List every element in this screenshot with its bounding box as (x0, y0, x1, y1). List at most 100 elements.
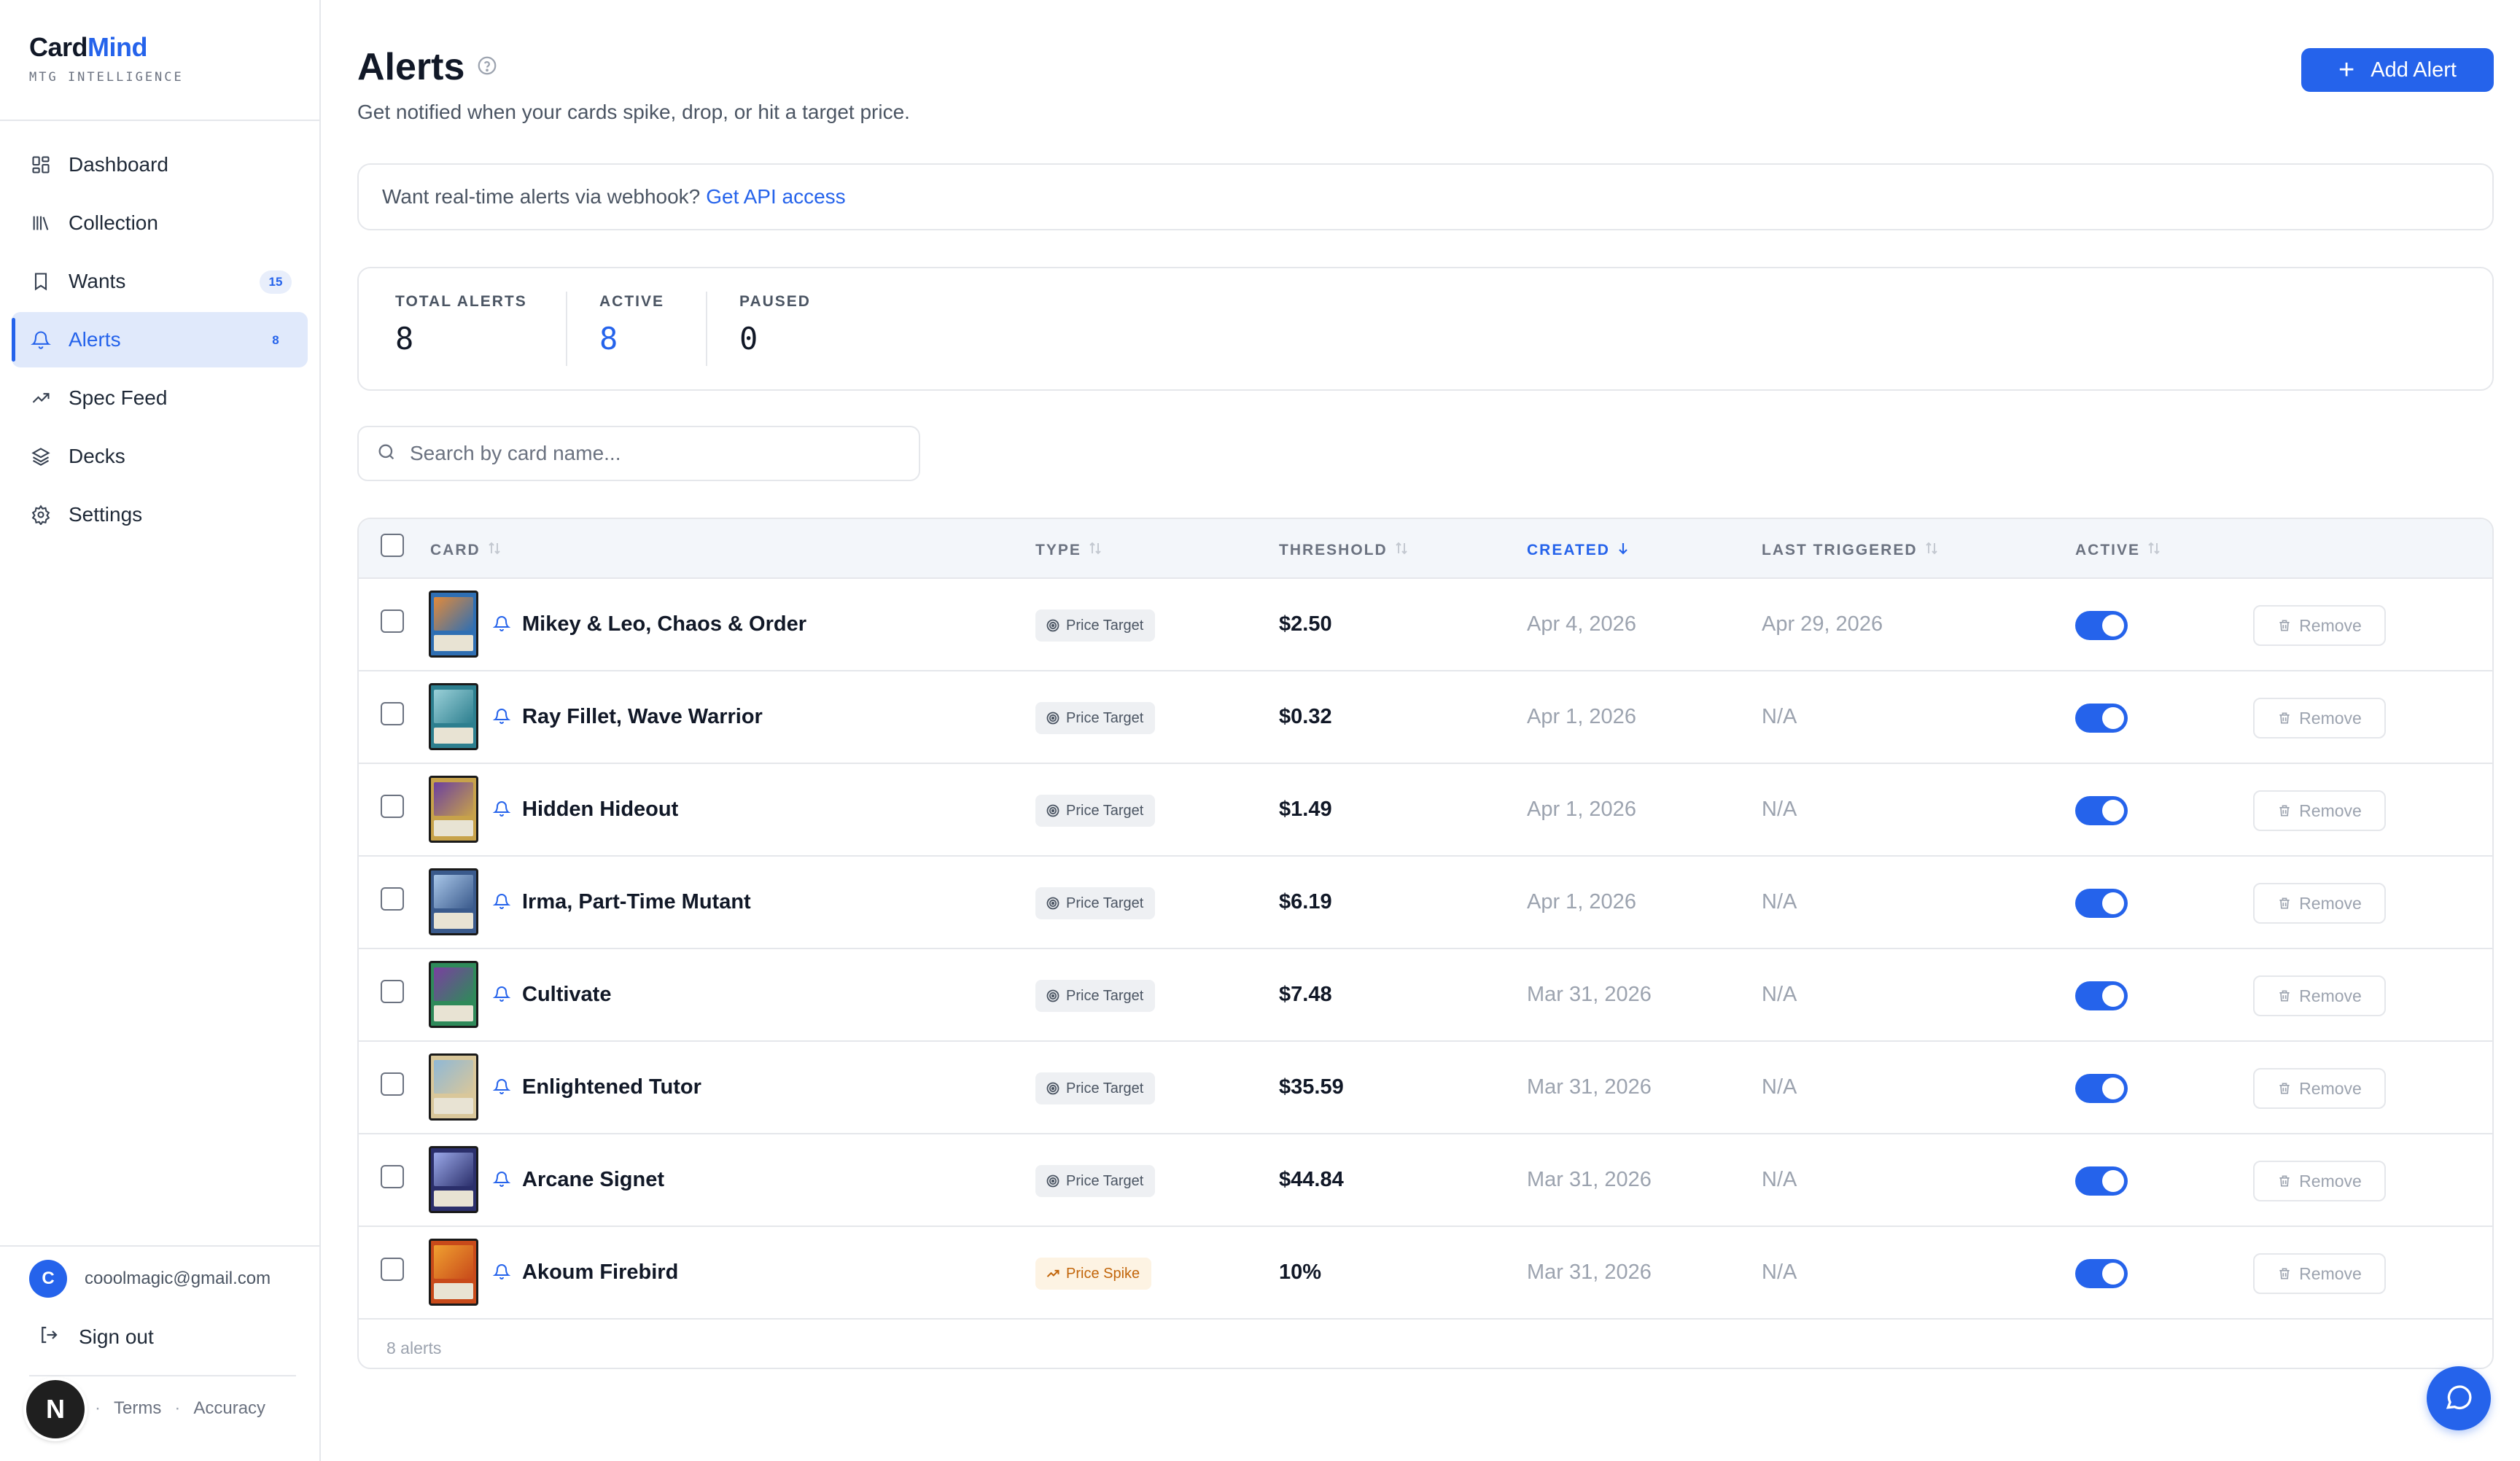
library-icon (29, 211, 52, 235)
threshold-value: $44.84 (1279, 1168, 1344, 1191)
card-thumbnail[interactable] (429, 1146, 478, 1213)
card-thumbnail[interactable] (429, 868, 478, 935)
stat-label: TOTAL ALERTS (395, 293, 527, 310)
stat-label: PAUSED (739, 293, 811, 310)
row-checkbox[interactable] (381, 609, 404, 633)
type-label: Price Spike (1066, 1265, 1140, 1282)
n-badge-button[interactable]: N (26, 1380, 85, 1438)
type-badge: Price Target (1035, 1165, 1156, 1197)
remove-label: Remove (2299, 893, 2362, 913)
card-thumbnail[interactable] (429, 683, 478, 750)
card-thumbnail[interactable] (429, 961, 478, 1028)
sidebar-item-label: Alerts (69, 328, 121, 351)
active-toggle[interactable] (2075, 1259, 2128, 1288)
active-toggle[interactable] (2075, 704, 2128, 733)
row-checkbox[interactable] (381, 887, 404, 911)
active-toggle[interactable] (2075, 889, 2128, 918)
remove-button[interactable]: Remove (2253, 698, 2386, 739)
column-header-created[interactable]: CREATED (1527, 541, 1629, 560)
count-badge: 8 (272, 333, 279, 347)
search-icon (376, 442, 397, 466)
remove-button[interactable]: Remove (2253, 790, 2386, 831)
column-header-type[interactable]: TYPE (1035, 541, 1102, 560)
card-name[interactable]: Hidden Hideout (522, 798, 678, 822)
card-thumbnail[interactable] (429, 776, 478, 843)
remove-button[interactable]: Remove (2253, 1068, 2386, 1109)
column-header-last-triggered[interactable]: LAST TRIGGERED (1762, 541, 1938, 560)
sort-icon (488, 541, 501, 560)
sign-out-button[interactable]: Sign out (38, 1324, 154, 1349)
column-header-card[interactable]: CARD (430, 541, 501, 560)
card-thumbnail[interactable] (429, 1053, 478, 1121)
help-circle-icon[interactable] (476, 55, 498, 80)
trash-icon (2277, 1266, 2292, 1282)
card-name[interactable]: Ray Fillet, Wave Warrior (522, 705, 763, 729)
active-toggle[interactable] (2075, 1166, 2128, 1196)
table-row: Enlightened Tutor Price Target $35.59 Mar 3… (359, 1042, 2492, 1134)
type-label: Price Target (1066, 709, 1144, 726)
brand-logo[interactable]: CardMind MTG INTELLIGENCE (29, 32, 184, 85)
chat-button[interactable] (2427, 1366, 2491, 1430)
get-api-access-link[interactable]: Get API access (706, 185, 845, 209)
card-name[interactable]: Akoum Firebird (522, 1261, 678, 1285)
column-header-active[interactable]: ACTIVE (2075, 541, 2161, 560)
type-badge: Price Target (1035, 887, 1156, 919)
row-checkbox[interactable] (381, 1165, 404, 1188)
trash-icon (2277, 988, 2292, 1004)
target-icon (1046, 896, 1060, 911)
arrow-down-icon (1617, 541, 1629, 560)
remove-button[interactable]: Remove (2253, 975, 2386, 1016)
add-alert-button[interactable]: + Add Alert (2301, 48, 2494, 92)
sidebar-item-decks[interactable]: Decks (12, 429, 308, 484)
created-date: Mar 31, 2026 (1527, 1168, 1652, 1191)
sidebar-item-spec-feed[interactable]: Spec Feed (12, 370, 308, 426)
remove-label: Remove (2299, 986, 2362, 1005)
sidebar-item-collection[interactable]: Collection (12, 195, 308, 251)
user-account[interactable]: C cooolmagic@gmail.com (29, 1260, 271, 1298)
sidebar-item-alerts[interactable]: Alerts 8 (12, 312, 308, 367)
card-name[interactable]: Mikey & Leo, Chaos & Order (522, 612, 806, 636)
card-thumbnail[interactable] (429, 1239, 478, 1306)
active-toggle[interactable] (2075, 611, 2128, 640)
row-checkbox[interactable] (381, 1258, 404, 1281)
card-thumbnail[interactable] (429, 591, 478, 658)
bell-icon (492, 892, 511, 914)
last-triggered-date: N/A (1762, 1168, 1797, 1191)
remove-button[interactable]: Remove (2253, 883, 2386, 924)
card-name[interactable]: Irma, Part-Time Mutant (522, 890, 751, 914)
created-date: Apr 1, 2026 (1527, 798, 1636, 821)
stat-active: ACTIVE 8 (599, 293, 664, 357)
remove-button[interactable]: Remove (2253, 1253, 2386, 1294)
terms-link[interactable]: Terms (114, 1398, 161, 1419)
created-date: Apr 4, 2026 (1527, 612, 1636, 636)
row-checkbox[interactable] (381, 702, 404, 725)
row-checkbox[interactable] (381, 1072, 404, 1096)
card-name[interactable]: Arcane Signet (522, 1168, 664, 1192)
sidebar-item-label: Dashboard (69, 153, 168, 176)
sort-icon (1089, 541, 1102, 560)
title-row: Alerts (357, 45, 498, 89)
card-name[interactable]: Cultivate (522, 983, 611, 1007)
type-label: Price Target (1066, 617, 1144, 634)
row-checkbox[interactable] (381, 795, 404, 818)
remove-button[interactable]: Remove (2253, 605, 2386, 646)
sidebar-item-dashboard[interactable]: Dashboard (12, 137, 308, 192)
active-toggle[interactable] (2075, 1074, 2128, 1103)
column-header-threshold[interactable]: THRESHOLD (1279, 541, 1408, 560)
sidebar-item-wants[interactable]: Wants 15 (12, 254, 308, 309)
card-name[interactable]: Enlightened Tutor (522, 1075, 701, 1099)
accuracy-link[interactable]: Accuracy (193, 1398, 265, 1419)
search-input[interactable] (410, 442, 906, 465)
logout-icon (38, 1324, 60, 1349)
gear-icon (29, 503, 52, 526)
select-all-checkbox[interactable] (381, 534, 404, 557)
last-triggered-date: Apr 29, 2026 (1762, 612, 1883, 636)
threshold-value: $2.50 (1279, 612, 1332, 636)
active-toggle[interactable] (2075, 796, 2128, 825)
active-toggle[interactable] (2075, 981, 2128, 1010)
row-checkbox[interactable] (381, 980, 404, 1003)
remove-button[interactable]: Remove (2253, 1161, 2386, 1201)
card-text-box (434, 1005, 473, 1021)
sidebar-item-settings[interactable]: Settings (12, 487, 308, 542)
page-title: Alerts (357, 46, 465, 88)
